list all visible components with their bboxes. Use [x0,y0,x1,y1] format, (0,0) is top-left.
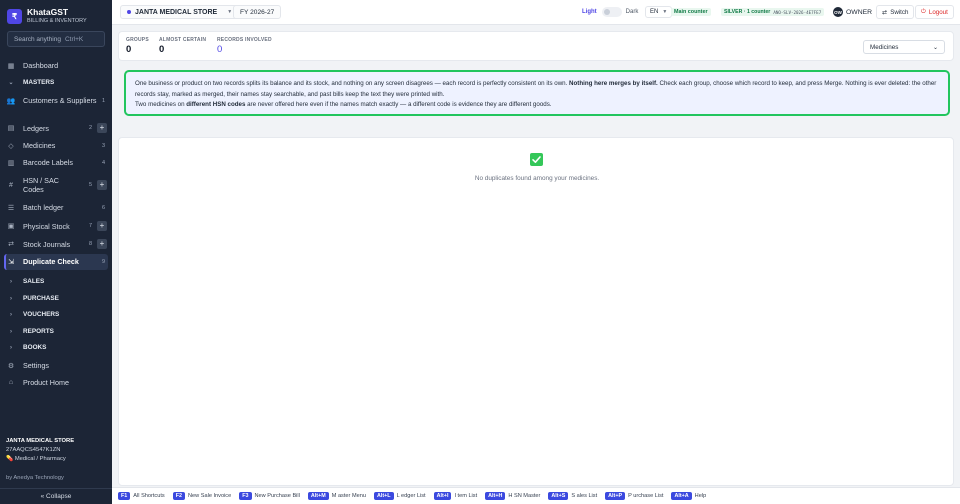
chevron-right-icon: › [10,295,12,302]
app-subtitle: BILLING & INVENTORY [27,18,87,24]
app-name: KhataGST [27,7,69,17]
shortcut-new-purchase-bill[interactable]: F3 New Purchase Bill [239,492,300,500]
info-notice: One business or product on two records s… [124,70,950,116]
collapse-button[interactable]: « Collapse [0,488,112,504]
pill-icon: 💊 [6,456,14,462]
section-vouchers[interactable]: › VOUCHERS [5,311,59,318]
chevron-down-icon: ▼ [662,9,668,15]
add-stock-journal-button[interactable]: + [97,239,107,249]
sidebar-item-ledgers[interactable]: ▤ Ledgers 2 + [5,123,107,133]
scope-select[interactable]: Medicines ⌄ [863,40,945,54]
sidebar-item-dashboard[interactable]: ▦ Dashboard [5,61,107,70]
tag-icon: ◇ [8,142,14,150]
chevron-right-icon: › [10,311,12,318]
shortcut-hsn-master[interactable]: Alt+H H SN Master [485,492,540,500]
stat-almost-certain: ALMOST CERTAIN 0 [159,37,207,55]
search-placeholder: Search anything [14,35,61,43]
gear-icon: ⚙ [7,362,15,370]
hash-icon: # [9,181,13,189]
avatar: OW [833,7,843,17]
chevron-down-icon: ▼ [227,9,233,15]
stats-panel: GROUPS 0 ALMOST CERTAIN 0 RECORDS INVOLV… [118,31,954,61]
sidebar-item-batch-ledger[interactable]: ☰ Batch ledger 6 [5,203,107,212]
theme-toggle[interactable] [601,7,622,17]
swap-icon: ⇄ [8,241,14,248]
company-info: JANTA MEDICAL STORE 27AAQCS4547K1ZN 💊 Me… [6,437,106,464]
shortcut-new-sale-invoice[interactable]: F2 New Sale Invoice [172,492,231,500]
brand[interactable]: ₹ KhataGST BILLING & INVENTORY [7,6,107,26]
home-icon: ⌂ [8,379,14,386]
sidebar-item-duplicate-check[interactable]: ⇲ Duplicate Check 9 [5,257,107,266]
store-dot-icon [127,10,131,14]
swap-icon: ⇄ [882,8,888,16]
company-name: JANTA MEDICAL STORE [6,438,75,444]
sidebar-item-medicines[interactable]: ◇ Medicines 3 [5,141,107,150]
shortcut-item-list[interactable]: Alt+I I tem List [433,492,477,500]
sidebar: ₹ KhataGST BILLING & INVENTORY Search an… [0,0,112,504]
vendor-credit: by Anedya Technology [6,475,64,481]
chevron-down-icon: ⌄ [8,80,14,86]
sidebar-item-physical-stock[interactable]: ▣ Physical Stock 7 + [5,221,107,231]
language-selector[interactable]: EN ▼ [645,6,673,18]
shortcut-master-menu[interactable]: Alt+M M aster Menu [307,492,366,500]
notice-line-2: Two medicines on different HSN codes are… [135,101,552,108]
theme-light-label[interactable]: Light [582,9,597,15]
shortcut-ledger-list[interactable]: Alt+L L edger List [373,492,426,500]
shortcut-help[interactable]: Alt+A Help [671,492,706,500]
chevron-right-icon: › [10,278,12,285]
theme-dark-label[interactable]: Dark [626,9,639,15]
stat-groups: GROUPS 0 [126,37,149,55]
power-icon: ⏻ [921,8,926,15]
merge-icon: ⇲ [8,258,14,266]
add-ledger-button[interactable]: + [97,123,107,133]
layers-icon: ☰ [7,204,15,212]
rupee-logo-icon: ₹ [7,8,22,24]
store-selector[interactable]: JANTA MEDICAL STORE ▼ [120,5,240,19]
users-icon: 👥 [6,97,16,105]
sidebar-item-stock-journals[interactable]: ⇄ Stock Journals 8 + [5,239,107,249]
shortcut-purchase-list[interactable]: Alt+P P urchase List [605,492,663,500]
empty-state-message: No duplicates found among your medicines… [474,175,600,182]
logout-button[interactable]: ⏻ Logout [915,5,954,19]
user-menu[interactable]: OW OWNER [833,7,872,17]
shortcut-all-shortcuts[interactable]: F1 All Shortcuts [118,492,165,500]
stat-records-involved: RECORDS INVOLVED 0 [217,37,272,55]
section-reports[interactable]: › REPORTS [5,328,54,335]
notice-line-1: One business or product on two records s… [135,80,937,98]
company-gstin: 27AAQCS4547K1ZN [6,447,61,453]
sidebar-item-barcode-labels[interactable]: ▥ Barcode Labels 4 [5,158,107,167]
fiscal-year-selector[interactable]: FY 2026-27 [233,5,282,19]
sidebar-item-hsn-sac-codes[interactable]: # HSN / SAC Codes 5 + [5,176,107,194]
sidebar-item-product-home[interactable]: ⌂ Product Home [5,378,107,387]
license-badge: SILVER · 1 counter ANO-SLV-2026-4E7FE7 [721,8,825,16]
counter-badge: Main counter [671,8,711,16]
grid-icon: ▦ [7,62,15,70]
search-shortcut: Ctrl+K [64,35,84,43]
check-icon [530,153,543,166]
box-icon: ▣ [7,223,15,230]
chevron-right-icon: › [10,344,12,351]
results-panel: No duplicates found among your medicines… [118,137,954,486]
theme-switcher: Light Dark [582,7,638,17]
section-books[interactable]: › BOOKS [5,344,46,351]
shortcut-bar: F1 All Shortcuts F2 New Sale Invoice F3 New… [112,487,960,504]
barcode-icon: ▥ [7,159,15,167]
company-type: 💊 Medical / Pharmacy [6,456,66,462]
sidebar-item-customers-suppliers[interactable]: 👥 Customers & Suppliers 1 [5,96,107,105]
search-input[interactable]: Search anything Ctrl+K [7,31,105,47]
add-physical-stock-button[interactable]: + [97,221,107,231]
switch-button[interactable]: ⇄ Switch [876,5,915,19]
section-sales[interactable]: › SALES [5,278,44,285]
add-hsn-button[interactable]: + [97,180,107,190]
sidebar-item-settings[interactable]: ⚙ Settings [5,361,107,370]
chevron-right-icon: › [10,328,12,335]
chevron-down-icon: ⌄ [932,44,938,51]
section-masters[interactable]: ⌄ MASTERS [5,79,54,86]
top-bar: JANTA MEDICAL STORE ▼ FY 2026-27 Light D… [112,0,960,25]
shortcut-sales-list[interactable]: Alt+S S ales List [548,492,597,500]
section-purchase[interactable]: › PURCHASE [5,295,59,302]
book-icon: ▤ [7,125,15,132]
